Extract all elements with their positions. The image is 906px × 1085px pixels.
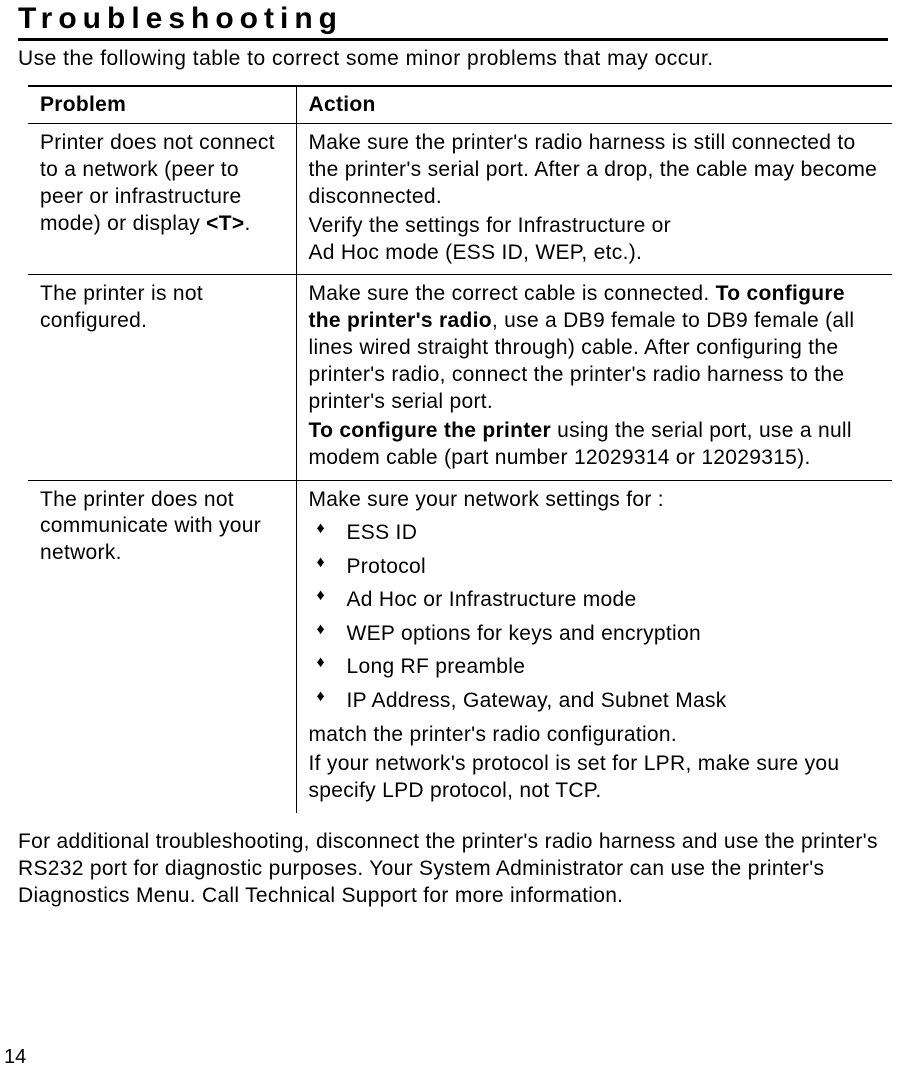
cell-problem: The printer does not communicate with yo… — [28, 480, 296, 813]
text: Make sure the printer's radio harness is… — [309, 130, 883, 211]
list-item: WEP options for keys and encryption — [315, 618, 883, 650]
table-row: The printer is not configured. Make sure… — [28, 275, 892, 480]
intro-text: Use the following table to correct some … — [18, 47, 888, 71]
cell-action: Make sure your network settings for : ES… — [296, 480, 892, 813]
page-title: Troubleshooting — [18, 0, 888, 36]
cell-action: Make sure the printer's radio harness is… — [296, 124, 892, 275]
cell-action: Make sure the correct cable is connected… — [296, 275, 892, 480]
table-row: The printer does not communicate with yo… — [28, 480, 892, 813]
cell-problem: Printer does not connect to a network (p… — [28, 124, 296, 275]
text: Ad Hoc mode (ESS ID, WEP, etc.). — [309, 241, 643, 264]
list-item: Ad Hoc or Infrastructure mode — [315, 584, 883, 616]
text: Make sure the correct cable is connected… — [309, 282, 716, 305]
list-item: IP Address, Gateway, and Subnet Mask — [315, 685, 883, 717]
table-row: Printer does not connect to a network (p… — [28, 124, 892, 275]
footer-paragraph: For additional troubleshooting, disconne… — [18, 829, 888, 910]
header-problem: Problem — [28, 86, 296, 124]
title-rule — [18, 38, 888, 41]
text: Verify the settings for Infrastructure o… — [309, 214, 671, 237]
page: Troubleshooting Use the following table … — [0, 0, 906, 1085]
troubleshooting-table: Problem Action Printer does not connect … — [28, 85, 892, 813]
text-bold: <T> — [206, 212, 244, 235]
list-item: Long RF preamble — [315, 651, 883, 683]
cell-problem: The printer is not configured. — [28, 275, 296, 480]
table-header-row: Problem Action — [28, 86, 892, 124]
text: If your network's protocol is set for LP… — [309, 751, 883, 805]
list-item: Protocol — [315, 551, 883, 583]
list-item: ESS ID — [315, 517, 883, 549]
header-action: Action — [296, 86, 892, 124]
text: Make sure your network settings for : — [309, 487, 883, 514]
page-number: 14 — [4, 1046, 26, 1069]
bullet-list: ESS ID Protocol Ad Hoc or Infrastructure… — [309, 517, 883, 716]
text-bold: To configure the printer — [309, 419, 551, 442]
text: match the printer's radio configuration. — [309, 722, 883, 749]
text: . — [244, 212, 250, 235]
